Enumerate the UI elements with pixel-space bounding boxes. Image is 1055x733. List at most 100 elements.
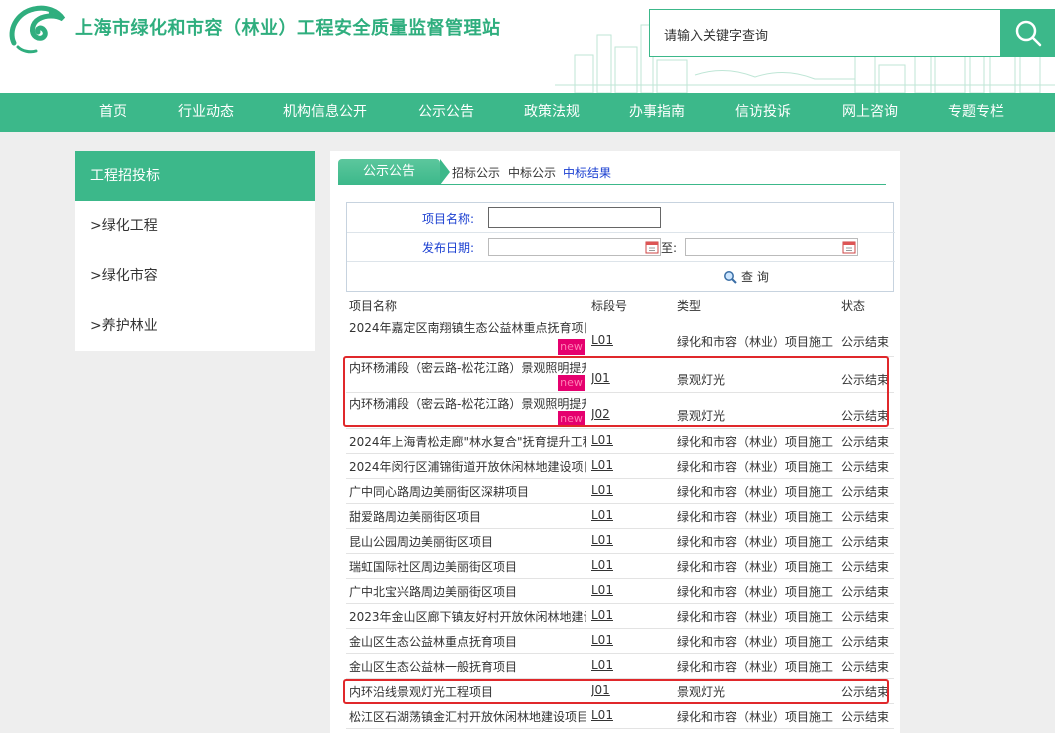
project-type: 绿化和市容（林业）项目施工 [677,435,834,449]
main-panel: 公示公告 招标公示 中标公示 中标结果 项目名称: 发布日期: 至: 查 询 项… [330,151,900,733]
table-row: 2024年闵行区浦锦街道开放休闲林地建设项目 L01 绿化和市容（林业）项目施工 公示… [346,454,894,479]
search-icon [1015,20,1041,47]
project-status: 公示结束 [841,460,890,474]
section-link[interactable]: L01 [591,633,621,647]
project-name-link[interactable]: 广中同心路周边美丽街区深耕项目 [349,483,586,500]
section-link[interactable]: L01 [591,433,621,447]
section-link[interactable]: L01 [591,658,621,672]
chameleon-logo-icon [9,5,66,54]
sidebar-item-greening[interactable]: >绿化工程 [75,201,315,251]
highlight-box [343,679,889,704]
project-status: 公示结束 [841,585,890,599]
project-status: 公示结束 [841,660,890,674]
project-name-link[interactable]: 2024年闵行区浦锦街道开放休闲林地建设项目 [349,458,586,475]
project-name-link[interactable]: 2023年金山区廊下镇友好村开放休闲林地建设项目 [349,608,586,625]
search-placeholder: 请输入关键字查询 [664,29,769,44]
project-type: 绿化和市容（林业）项目施工 [677,660,834,674]
tab-bar: 公示公告 招标公示 中标公示 中标结果 [338,159,886,185]
tab-bidding-notice[interactable]: 招标公示 [452,164,500,181]
table-row: 甜爱路周边美丽街区项目 L01 绿化和市容（林业）项目施工 公示结束 [346,504,894,529]
project-name-link[interactable]: 金山区生态公益林重点抚育项目 [349,633,586,650]
col-header-type: 类型 [677,299,702,313]
sidebar-item-cityscape[interactable]: >绿化市容 [75,251,315,301]
calendar-icon[interactable] [645,240,659,254]
project-name-link[interactable]: 昆山公园周边美丽街区项目 [349,533,586,550]
project-status: 公示结束 [841,635,890,649]
table-header: 项目名称 标段号 类型 状态 [346,296,894,316]
nav-item-consult[interactable]: 网上咨询 [842,93,898,132]
section-link[interactable]: L01 [591,483,621,497]
filter-panel: 项目名称: 发布日期: 至: 查 询 [346,202,895,292]
filter-divider [347,232,895,233]
nav-item-home[interactable]: 首页 [99,93,127,132]
project-status: 公示结束 [841,560,890,574]
sidebar: 工程招投标 >绿化工程 >绿化市容 >养护林业 [75,151,315,351]
project-type: 绿化和市容（林业）项目施工 [677,560,834,574]
search-input[interactable]: 请输入关键字查询 [649,9,1001,57]
calendar-icon[interactable] [842,240,856,254]
main-nav: 首页 行业动态 机构信息公开 公示公告 政策法规 办事指南 信访投诉 网上咨询 … [0,93,1055,132]
project-type: 绿化和市容（林业）项目施工 [677,710,834,724]
sidebar-heading: 工程招投标 [75,151,315,201]
table-row: 松江区石湖荡镇金汇村开放休闲林地建设项目 L01 绿化和市容（林业）项目施工 公示结束 [346,704,894,729]
tab-award-notice[interactable]: 中标公示 [508,164,556,181]
tab-award-result[interactable]: 中标结果 [563,164,611,181]
project-status: 公示结束 [841,510,890,524]
project-type: 绿化和市容（林业）项目施工 [677,460,834,474]
table-row: 广中北宝兴路周边美丽街区项目 L01 绿化和市容（林业）项目施工 公示结束 [346,579,894,604]
project-type: 绿化和市容（林业）项目施工 [677,585,834,599]
project-status: 公示结束 [841,710,890,724]
section-link[interactable]: L01 [591,583,621,597]
project-type: 绿化和市容（林业）项目施工 [677,610,834,624]
filter-divider [347,261,895,262]
nav-item-topics[interactable]: 专题专栏 [948,93,1004,132]
nav-item-industry-news[interactable]: 行业动态 [178,93,234,132]
project-name-link[interactable]: 2024年嘉定区南翔镇生态公益林重点抚育项目 [349,319,586,336]
project-name-link[interactable]: 2024年上海青松走廊"林水复合"抚育提升工程 [349,433,586,450]
site-header: 上海市绿化和市容（林业）工程安全质量监督管理站 请输入关键字查询 [0,0,1055,93]
nav-item-org-info[interactable]: 机构信息公开 [283,93,367,132]
project-type: 绿化和市容（林业）项目施工 [677,535,834,549]
section-link[interactable]: L01 [591,333,621,347]
section-link[interactable]: L01 [591,458,621,472]
tab-announcements[interactable]: 公示公告 [338,159,450,185]
table-row: 广中同心路周边美丽街区深耕项目 L01 绿化和市容（林业）项目施工 公示结束 [346,479,894,504]
project-name-input[interactable] [488,207,661,228]
table-row: 金山区生态公益林重点抚育项目 L01 绿化和市容（林业）项目施工 公示结束 [346,629,894,654]
section-link[interactable]: L01 [591,533,621,547]
date-from-input[interactable] [488,238,661,256]
section-link[interactable]: L01 [591,608,621,622]
nav-item-guide[interactable]: 办事指南 [629,93,685,132]
table-row: 2023年金山区廊下镇友好村开放休闲林地建设项目 L01 绿化和市容（林业）项目施工… [346,604,894,629]
project-status: 公示结束 [841,435,890,449]
nav-item-complaints[interactable]: 信访投诉 [735,93,791,132]
section-link[interactable]: L01 [591,558,621,572]
highlight-box [343,356,889,427]
project-type: 绿化和市容（林业）项目施工 [677,510,834,524]
section-link[interactable]: L01 [591,708,621,722]
query-button[interactable]: 查 询 [723,268,769,285]
search-button[interactable] [1000,9,1055,57]
date-to-input[interactable] [685,238,858,256]
table-row: 金山区生态公益林一般抚育项目 L01 绿化和市容（林业）项目施工 公示结束 [346,654,894,679]
project-name-link[interactable]: 金山区生态公益林一般抚育项目 [349,658,586,675]
col-header-status: 状态 [841,299,866,313]
table-row: 2024年上海青松走廊"林水复合"抚育提升工程 L01 绿化和市容（林业）项目施工公… [346,429,894,454]
project-status: 公示结束 [841,535,890,549]
project-name-link[interactable]: 瑞虹国际社区周边美丽街区项目 [349,558,586,575]
section-link[interactable]: L01 [591,508,621,522]
table-row: 瑞虹国际社区周边美丽街区项目 L01 绿化和市容（林业）项目施工 公示结束 [346,554,894,579]
project-name-link[interactable]: 甜爱路周边美丽街区项目 [349,508,586,525]
project-type: 绿化和市容（林业）项目施工 [677,485,834,499]
project-name-link[interactable]: 广中北宝兴路周边美丽街区项目 [349,583,586,600]
sidebar-item-forestry[interactable]: >养护林业 [75,301,315,351]
nav-item-policy[interactable]: 政策法规 [524,93,580,132]
new-badge: new [558,339,585,355]
magnifier-icon [724,270,737,284]
query-label: 查 询 [741,270,769,284]
project-status: 公示结束 [841,610,890,624]
table-row: 昆山公园周边美丽街区项目 L01 绿化和市容（林业）项目施工 公示结束 [346,529,894,554]
nav-item-announcements[interactable]: 公示公告 [418,93,474,132]
project-name-link[interactable]: 松江区石湖荡镇金汇村开放休闲林地建设项目 [349,708,586,725]
project-type: 绿化和市容（林业）项目施工 [677,335,834,349]
